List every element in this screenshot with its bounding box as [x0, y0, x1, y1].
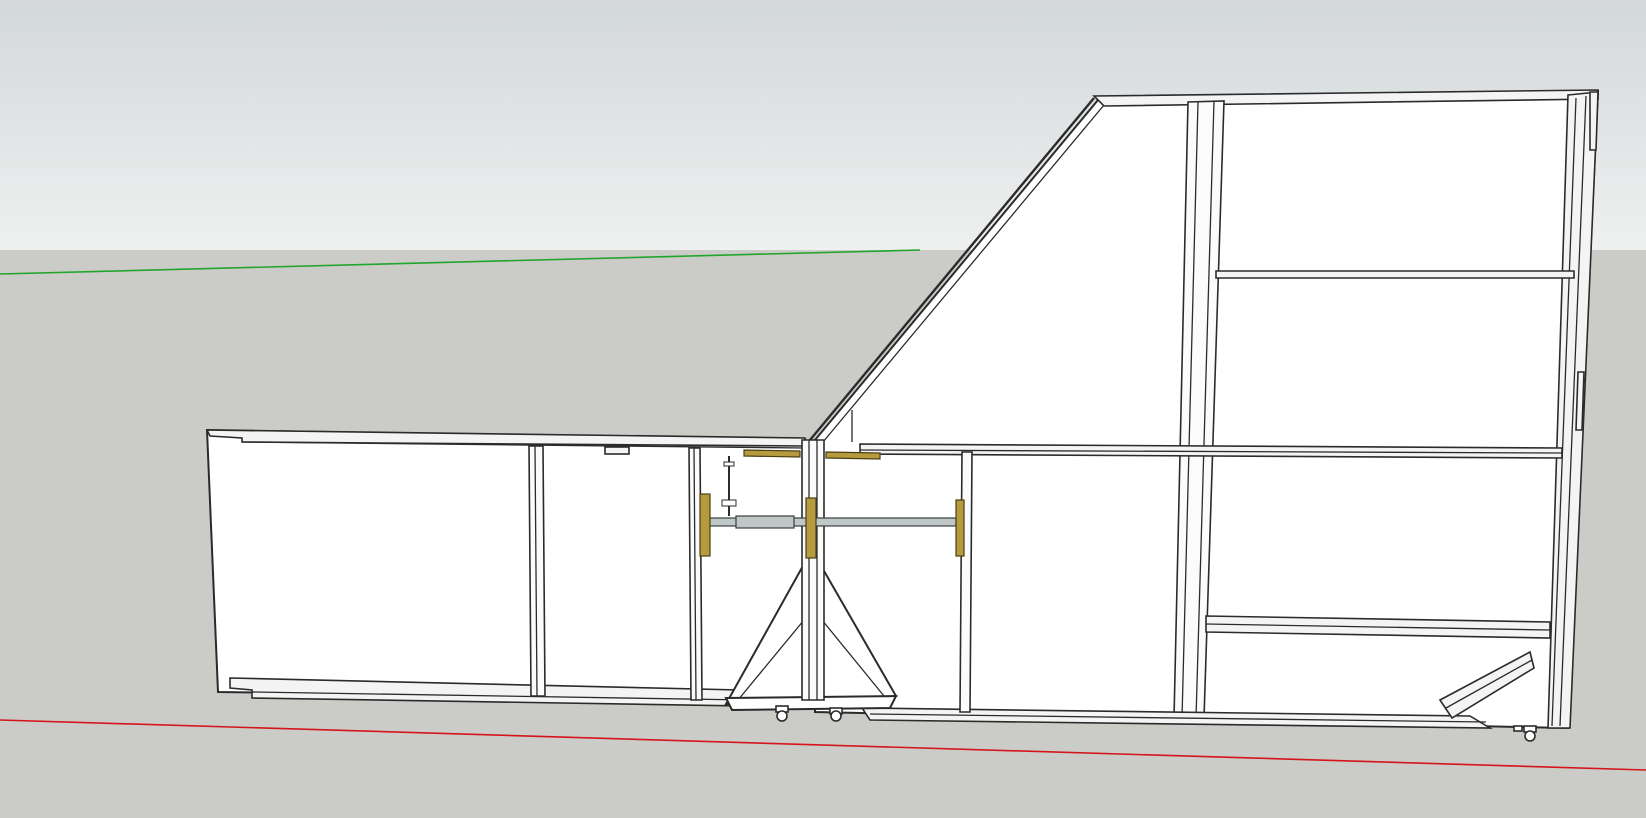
sketchup-viewport[interactable]: [0, 0, 1646, 818]
rod-nut-top: [723, 461, 735, 467]
bracket-top-left: [743, 449, 801, 458]
bracket-left-plate: [699, 493, 711, 557]
caster-1: [775, 705, 789, 722]
rod-nut-bottom: [721, 499, 737, 507]
bracket-top-right: [825, 451, 881, 460]
center-post: [801, 439, 825, 701]
right-inner-stud: [959, 451, 973, 713]
caster-4: [1513, 725, 1523, 732]
bracket-right-plate: [955, 499, 965, 557]
bracket-center-plate: [805, 497, 817, 559]
caster-3: [1523, 725, 1537, 742]
caster-2: [829, 707, 843, 722]
top-clip: [604, 446, 630, 455]
right-outer-lip: [1589, 91, 1599, 151]
left-panel-face: [205, 428, 806, 702]
left-wing-panel[interactable]: [205, 428, 806, 707]
right-outer-lip-2: [1575, 371, 1585, 431]
steel-sleeve: [735, 515, 795, 529]
3d-scene[interactable]: [0, 0, 1646, 818]
shelf-1: [1215, 270, 1575, 279]
